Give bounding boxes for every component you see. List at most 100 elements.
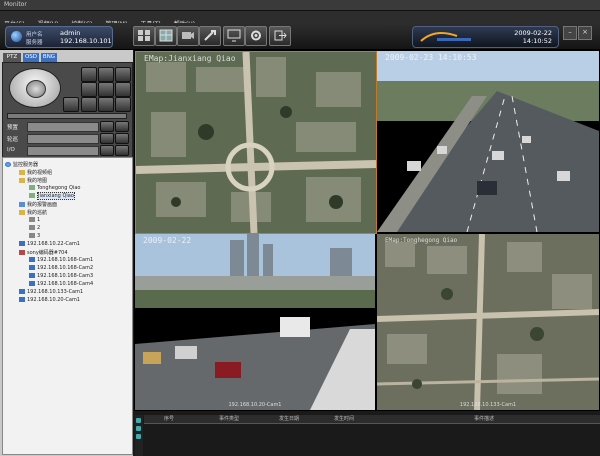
tab-ptz[interactable]: PTZ: [3, 53, 21, 62]
tree-root[interactable]: 监控服务器: [5, 161, 38, 168]
camera-icon: [19, 241, 25, 246]
aux-button[interactable]: [115, 97, 131, 112]
camera-icon: [19, 289, 25, 294]
cruise-select[interactable]: [27, 134, 99, 144]
column-header[interactable]: 发生日期: [279, 415, 299, 422]
io-select[interactable]: [27, 146, 99, 156]
video-cell-4[interactable]: 192.168.10.133-Cam1 EMap:Tonghegong Qiao: [377, 234, 599, 410]
preset-select[interactable]: [27, 122, 99, 132]
preset-go-button[interactable]: [100, 121, 114, 132]
close-button[interactable]: ×: [578, 26, 592, 40]
tree-item[interactable]: 192.168.10.168-Cam1: [29, 257, 93, 263]
tree-item[interactable]: 我的视频组: [19, 169, 52, 176]
tree-item[interactable]: sony编码器#704: [19, 249, 68, 256]
tree-item[interactable]: 我的地图: [19, 177, 47, 184]
device-tree: 监控服务器 我的视频组 我的地图 Tonghegong Qiao Jianxia…: [2, 157, 133, 455]
config-icon: [251, 30, 261, 41]
tree-item[interactable]: 192.168.10.22-Cam1: [19, 241, 80, 247]
video-cell-1[interactable]: EMap:Jianxiang Qiao: [135, 51, 377, 234]
speed-slider[interactable]: [7, 113, 127, 119]
camera-icon: [19, 297, 25, 302]
exit-button[interactable]: [269, 26, 291, 46]
cruise-icon: [29, 217, 35, 222]
record-button[interactable]: [177, 26, 199, 46]
column-header[interactable]: 事件类型: [219, 415, 239, 422]
ptz-control-panel: 预置 轮巡 I/O: [2, 62, 133, 159]
focus-far-button[interactable]: [81, 82, 97, 97]
iris-close-button[interactable]: [115, 82, 131, 97]
aerial-map-feed-2: [377, 234, 599, 410]
tree-item[interactable]: 192.168.10.168-Cam3: [29, 273, 93, 279]
zoom-out-button[interactable]: [98, 67, 114, 82]
focus-near-button[interactable]: [115, 67, 131, 82]
tree-item-selected[interactable]: Jianxiang Qiao: [29, 192, 75, 200]
folder-icon: [19, 178, 25, 183]
iris-open-button[interactable]: [98, 82, 114, 97]
event-log-panel: 序号 事件类型 发生日期 发生时间 事件描述: [134, 411, 600, 456]
map-node-icon: [29, 193, 35, 198]
camera-icon: [29, 281, 35, 286]
map-button[interactable]: [155, 26, 177, 46]
io-on-button[interactable]: [100, 145, 114, 156]
preset-label: 预置: [7, 125, 19, 131]
preset-set-button[interactable]: [115, 121, 129, 132]
user-label: 用户名: [26, 32, 43, 38]
camera-icon: [29, 273, 35, 278]
clock-date: 2009-02-22: [514, 29, 552, 37]
zoom-in-button[interactable]: [81, 67, 97, 82]
server-value: 192.168.10.101: [60, 37, 112, 45]
tab-osd[interactable]: OSD: [23, 53, 39, 62]
video-cell-2[interactable]: 2009-02-23 14:10:53: [377, 51, 599, 232]
brand-logo: [420, 31, 471, 42]
cell-3-stamp: 2009-02-22: [143, 236, 192, 245]
tree-item[interactable]: 1: [29, 217, 40, 223]
event-export-icon[interactable]: [136, 434, 141, 439]
light-button[interactable]: [81, 97, 97, 112]
cell-4-caption: 192.168.10.133-Cam1: [459, 402, 517, 408]
left-panel: PTZ OSD BNG 预置 轮巡 I/O 监控服务器 我的视频组 我的地图 T…: [0, 50, 133, 456]
joystick-center[interactable]: [26, 80, 46, 98]
tree-item[interactable]: 192.168.10.20-Cam1: [19, 297, 80, 303]
cell-4-stamp: EMap:Tonghegong Qiao: [385, 237, 458, 244]
cruise-icon: [29, 233, 35, 238]
street-feed: [135, 234, 375, 410]
config-button[interactable]: [245, 26, 267, 46]
auto-button[interactable]: [63, 97, 79, 112]
event-filter-icon[interactable]: [136, 418, 141, 423]
tab-bng[interactable]: BNG: [41, 53, 57, 62]
tree-item[interactable]: 192.168.10.133-Cam1: [19, 289, 83, 295]
server-label: 服务器: [26, 40, 43, 46]
server-icon: [5, 162, 11, 167]
cell-1-stamp: EMap:Jianxiang Qiao: [144, 54, 236, 63]
cruise-start-button[interactable]: [100, 133, 114, 144]
tools-button[interactable]: [199, 26, 221, 46]
tree-item[interactable]: 2: [29, 225, 40, 231]
cruise-label: 轮巡: [7, 137, 19, 143]
tree-item[interactable]: 我的巡航: [19, 209, 47, 216]
tree-item[interactable]: 3: [29, 233, 40, 239]
screen-button[interactable]: [223, 26, 245, 46]
map-icon: [159, 29, 173, 42]
column-header[interactable]: 事件描述: [474, 415, 494, 422]
minimize-button[interactable]: –: [563, 26, 577, 40]
column-header[interactable]: 序号: [164, 415, 174, 422]
tree-item[interactable]: 192.168.10.168-Cam4: [29, 281, 93, 287]
exit-icon: [274, 30, 287, 41]
event-clear-icon[interactable]: [136, 426, 141, 431]
grid-layout-button[interactable]: [133, 26, 155, 46]
video-cell-3[interactable]: 192.168.10.20-Cam1 2009-02-22: [135, 234, 375, 410]
ptz-joystick[interactable]: [9, 68, 61, 108]
cruise-icon: [29, 225, 35, 230]
io-off-button[interactable]: [115, 145, 129, 156]
tree-item[interactable]: 我的报警画面: [19, 201, 57, 208]
tree-item[interactable]: 192.168.10.168-Cam2: [29, 265, 93, 271]
wiper-button[interactable]: [98, 97, 114, 112]
tree-item[interactable]: Tonghegong Qiao: [29, 185, 80, 191]
event-log-toolbar: [135, 415, 143, 456]
encoder-icon: [19, 250, 25, 255]
cruise-stop-button[interactable]: [115, 133, 129, 144]
grid-layout-icon: [138, 30, 150, 41]
column-header[interactable]: 发生时间: [334, 415, 354, 422]
map-node-icon: [29, 185, 35, 190]
alarm-view-icon: [19, 202, 25, 207]
